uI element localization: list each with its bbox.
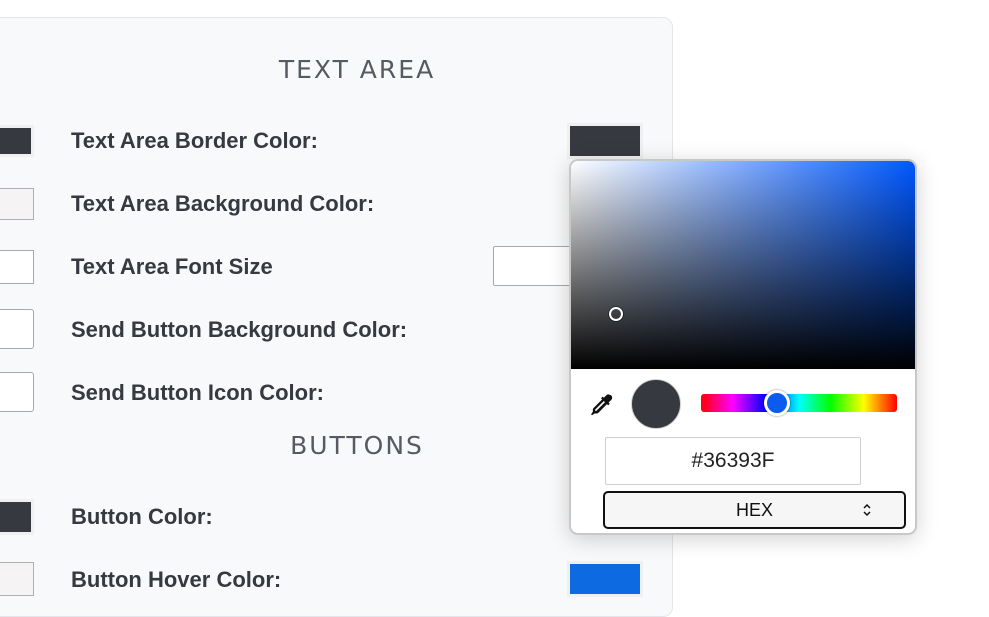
- swatch-button-hover-left[interactable]: [0, 562, 34, 596]
- saturation-handle[interactable]: [609, 307, 623, 321]
- label-text-area-font-size: Text Area Font Size: [71, 254, 273, 279]
- swatch-button-hover-color[interactable]: [567, 561, 643, 597]
- hue-slider[interactable]: [701, 394, 897, 412]
- saturation-area[interactable]: [571, 161, 915, 369]
- current-color-preview: [631, 379, 681, 429]
- swatch-button-color-left[interactable]: [0, 499, 34, 535]
- label-button-hover-color: Button Hover Color:: [71, 567, 282, 592]
- swatch-send-button-background-left[interactable]: [0, 309, 34, 349]
- text-area-font-size-left-input[interactable]: [0, 250, 34, 284]
- label-send-button-icon-color: Send Button Icon Color:: [71, 380, 324, 405]
- section-title-text-area: TEXT AREA: [278, 55, 436, 84]
- label-send-button-background-color: Send Button Background Color:: [71, 317, 408, 342]
- hex-value-input[interactable]: [605, 437, 861, 485]
- swatch-text-area-background-left[interactable]: [0, 188, 34, 220]
- label-text-area-background-color: Text Area Background Color:: [71, 191, 375, 216]
- label-text-area-border-color: Text Area Border Color:: [71, 128, 318, 153]
- eyedropper-icon[interactable]: [587, 391, 615, 419]
- chevron-updown-icon: [863, 503, 871, 517]
- swatch-send-button-icon-left[interactable]: [0, 372, 34, 412]
- swatch-text-area-border-left[interactable]: [0, 125, 34, 157]
- color-mode-label: HEX: [735, 499, 773, 520]
- label-button-color: Button Color:: [71, 504, 213, 529]
- hue-slider-handle[interactable]: [764, 390, 790, 416]
- swatch-text-area-border-color[interactable]: [567, 123, 643, 159]
- color-mode-select[interactable]: HEX: [603, 491, 906, 529]
- color-picker-popup: HEX: [569, 159, 917, 535]
